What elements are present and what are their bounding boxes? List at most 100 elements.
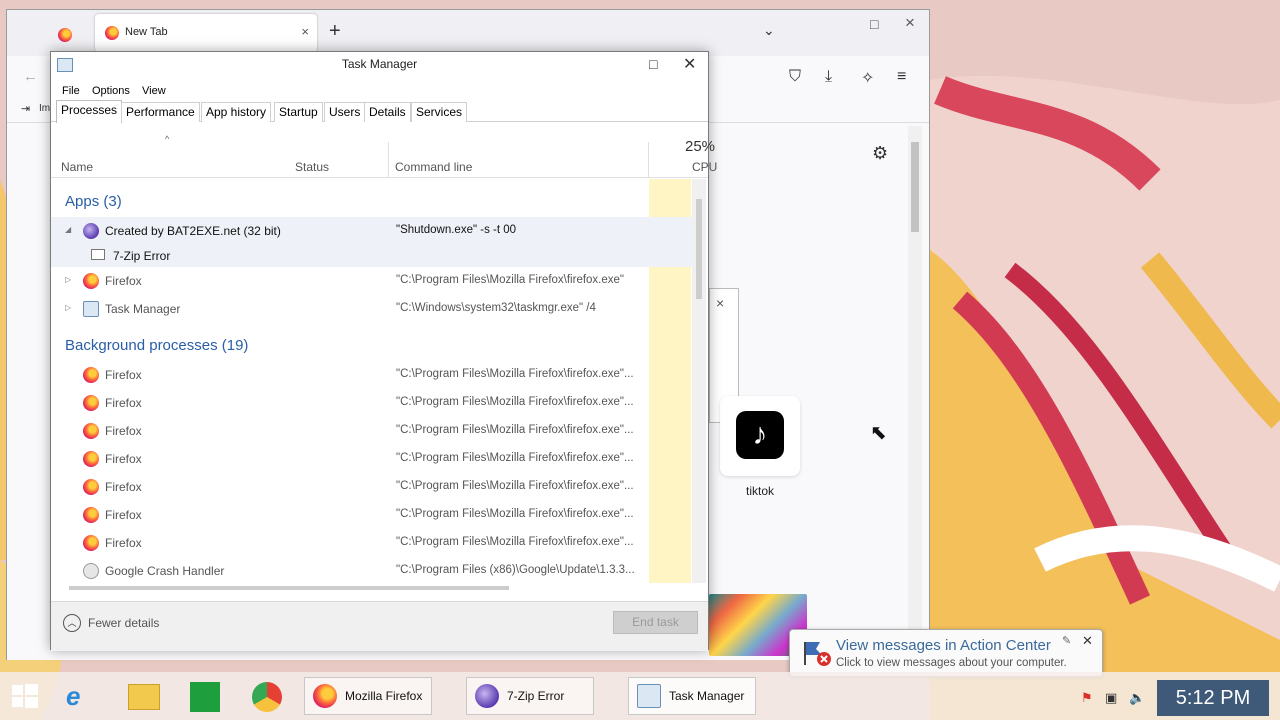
list-item[interactable]: Firefox "C:\Program Files\Mozilla Firefo… [51, 417, 692, 445]
list-item[interactable]: ◢ Created by BAT2EXE.net (32 bit) "Shutd… [51, 217, 692, 267]
chevron-up-icon[interactable]: ︿ [63, 614, 81, 632]
process-command: "C:\Program Files\Mozilla Firefox\firefo… [396, 274, 625, 286]
list-item[interactable]: Firefox "C:\Program Files\Mozilla Firefo… [51, 473, 692, 501]
tab-startup[interactable]: Startup [274, 102, 323, 122]
taskbar-label: 7-Zip Error [507, 689, 565, 703]
tab-performance[interactable]: Performance [121, 102, 200, 122]
tab-strip: Processes Performance App history Startu… [51, 100, 708, 123]
chrome-icon[interactable] [252, 682, 282, 712]
column-command-line[interactable]: Command line [395, 160, 472, 174]
firefox-icon [313, 684, 337, 708]
list-item[interactable]: Firefox "C:\Program Files\Mozilla Firefo… [51, 361, 692, 389]
list-item[interactable]: ▷ Task Manager "C:\Windows\system32\task… [51, 295, 692, 323]
internet-explorer-icon[interactable]: e [66, 681, 98, 711]
list-all-tabs-button[interactable]: ⌄ [763, 22, 775, 39]
list-item[interactable]: Firefox "C:\Program Files\Mozilla Firefo… [51, 445, 692, 473]
menu-bar: File Options View [51, 80, 708, 100]
column-separator[interactable] [388, 142, 389, 178]
tab-services[interactable]: Services [411, 102, 468, 122]
list-vertical-scrollbar[interactable] [692, 179, 706, 583]
tab-title: New Tab [125, 26, 168, 38]
process-name: Firefox [105, 274, 142, 288]
close-icon[interactable]: ✕ [1082, 633, 1093, 649]
process-name: Created by BAT2EXE.net (32 bit) [105, 224, 281, 238]
process-name: Firefox [105, 480, 142, 494]
process-name: Firefox [105, 452, 142, 466]
firefox-icon [83, 535, 99, 551]
scroll-thumb[interactable] [696, 199, 702, 299]
tab-app-history[interactable]: App history [201, 102, 272, 122]
column-status[interactable]: Status [295, 160, 329, 174]
list-horizontal-scrollbar[interactable] [55, 583, 692, 593]
pinned-tab[interactable] [51, 22, 73, 44]
group-apps: Apps (3) [65, 193, 122, 210]
settings-gear-icon[interactable]: ⚙ [872, 143, 888, 164]
close-button[interactable]: × [905, 13, 915, 33]
process-command: "Shutdown.exe" -s -t 00 [396, 224, 517, 236]
process-command: "C:\Program Files\Mozilla Firefox\firefo… [396, 536, 634, 548]
collapse-icon[interactable]: ◢ [65, 225, 71, 234]
cpu-percent: 25% [685, 138, 716, 155]
pocket-icon[interactable]: ⛉ [789, 68, 801, 86]
clock[interactable]: 5:12 PM [1157, 680, 1269, 716]
taskbar-label: Task Manager [669, 689, 745, 703]
task-manager-window: Task Manager □ ✕ File Options View Proce… [50, 51, 717, 651]
tab-new-tab[interactable]: New Tab × [95, 14, 317, 52]
page-scrollbar[interactable] [908, 126, 922, 660]
column-name[interactable]: Name [61, 160, 93, 174]
taskbar-button-firefox[interactable]: Mozilla Firefox [304, 677, 432, 715]
process-name: Firefox [105, 536, 142, 550]
network-icon[interactable]: ▣ [1105, 690, 1117, 706]
menu-view[interactable]: View [142, 85, 166, 97]
start-button[interactable] [12, 684, 38, 708]
action-center-notification[interactable]: View messages in Action Center Click to … [789, 629, 1103, 677]
menu-options[interactable]: Options [92, 85, 130, 97]
tab-details[interactable]: Details [364, 102, 411, 122]
downloads-icon[interactable]: ⤓ [825, 68, 832, 86]
pin-icon[interactable]: ✎ [1062, 634, 1071, 647]
menu-file[interactable]: File [62, 85, 80, 97]
list-item[interactable]: Google Crash Handler "C:\Program Files (… [51, 557, 692, 583]
fewer-details-link[interactable]: Fewer details [88, 616, 159, 630]
dialog-close-icon[interactable]: × [716, 295, 724, 311]
process-command: "C:\Program Files\Mozilla Firefox\firefo… [396, 424, 634, 436]
title-bar[interactable]: Task Manager □ ✕ [51, 52, 708, 80]
firefox-icon [83, 451, 99, 467]
taskbar-button-task-manager[interactable]: Task Manager [628, 677, 756, 715]
scroll-thumb[interactable] [69, 586, 509, 590]
maximize-button[interactable]: □ [870, 16, 878, 32]
new-tab-button[interactable]: + [329, 20, 341, 43]
tab-users[interactable]: Users [324, 102, 366, 122]
extensions-icon[interactable]: ✧ [861, 68, 874, 88]
maximize-button[interactable]: □ [649, 56, 657, 72]
expand-icon[interactable]: ▷ [65, 303, 71, 312]
menu-icon[interactable]: ≡ [897, 68, 906, 86]
shortcut-label[interactable]: tiktok [730, 484, 790, 498]
expand-icon[interactable]: ▷ [65, 275, 71, 284]
column-cpu[interactable]: CPU [692, 160, 717, 174]
volume-icon[interactable]: 🔈 [1129, 690, 1145, 706]
taskbar-label: Mozilla Firefox [345, 689, 423, 703]
action-center-flag-icon[interactable]: ⚑ [1081, 690, 1093, 706]
list-item[interactable]: Firefox "C:\Program Files\Mozilla Firefo… [51, 389, 692, 417]
close-button[interactable]: ✕ [683, 54, 696, 74]
end-task-button[interactable]: End task [613, 611, 698, 634]
process-name: Task Manager [105, 302, 181, 316]
column-separator[interactable] [648, 142, 649, 178]
list-item[interactable]: ▷ Firefox "C:\Program Files\Mozilla Fire… [51, 267, 692, 295]
file-explorer-icon[interactable] [128, 684, 160, 710]
back-arrow-icon[interactable]: ← [23, 68, 38, 85]
list-item[interactable]: Firefox "C:\Program Files\Mozilla Firefo… [51, 501, 692, 529]
bat2exe-icon [475, 684, 499, 708]
list-item[interactable]: Firefox "C:\Program Files\Mozilla Firefo… [51, 529, 692, 557]
process-command: "C:\Program Files\Mozilla Firefox\firefo… [396, 452, 634, 464]
tab-close-icon[interactable]: × [301, 24, 309, 39]
store-icon[interactable] [190, 682, 220, 712]
process-command: "C:\Program Files\Mozilla Firefox\firefo… [396, 396, 634, 408]
tab-processes[interactable]: Processes [56, 100, 123, 123]
windows-logo-icon [12, 684, 38, 708]
scroll-thumb[interactable] [911, 142, 919, 232]
import-bookmark-icon[interactable]: ⇥ [21, 102, 30, 115]
taskbar-button-7zip-error[interactable]: 7-Zip Error [466, 677, 594, 715]
bookmark-label[interactable]: Im [39, 103, 50, 114]
